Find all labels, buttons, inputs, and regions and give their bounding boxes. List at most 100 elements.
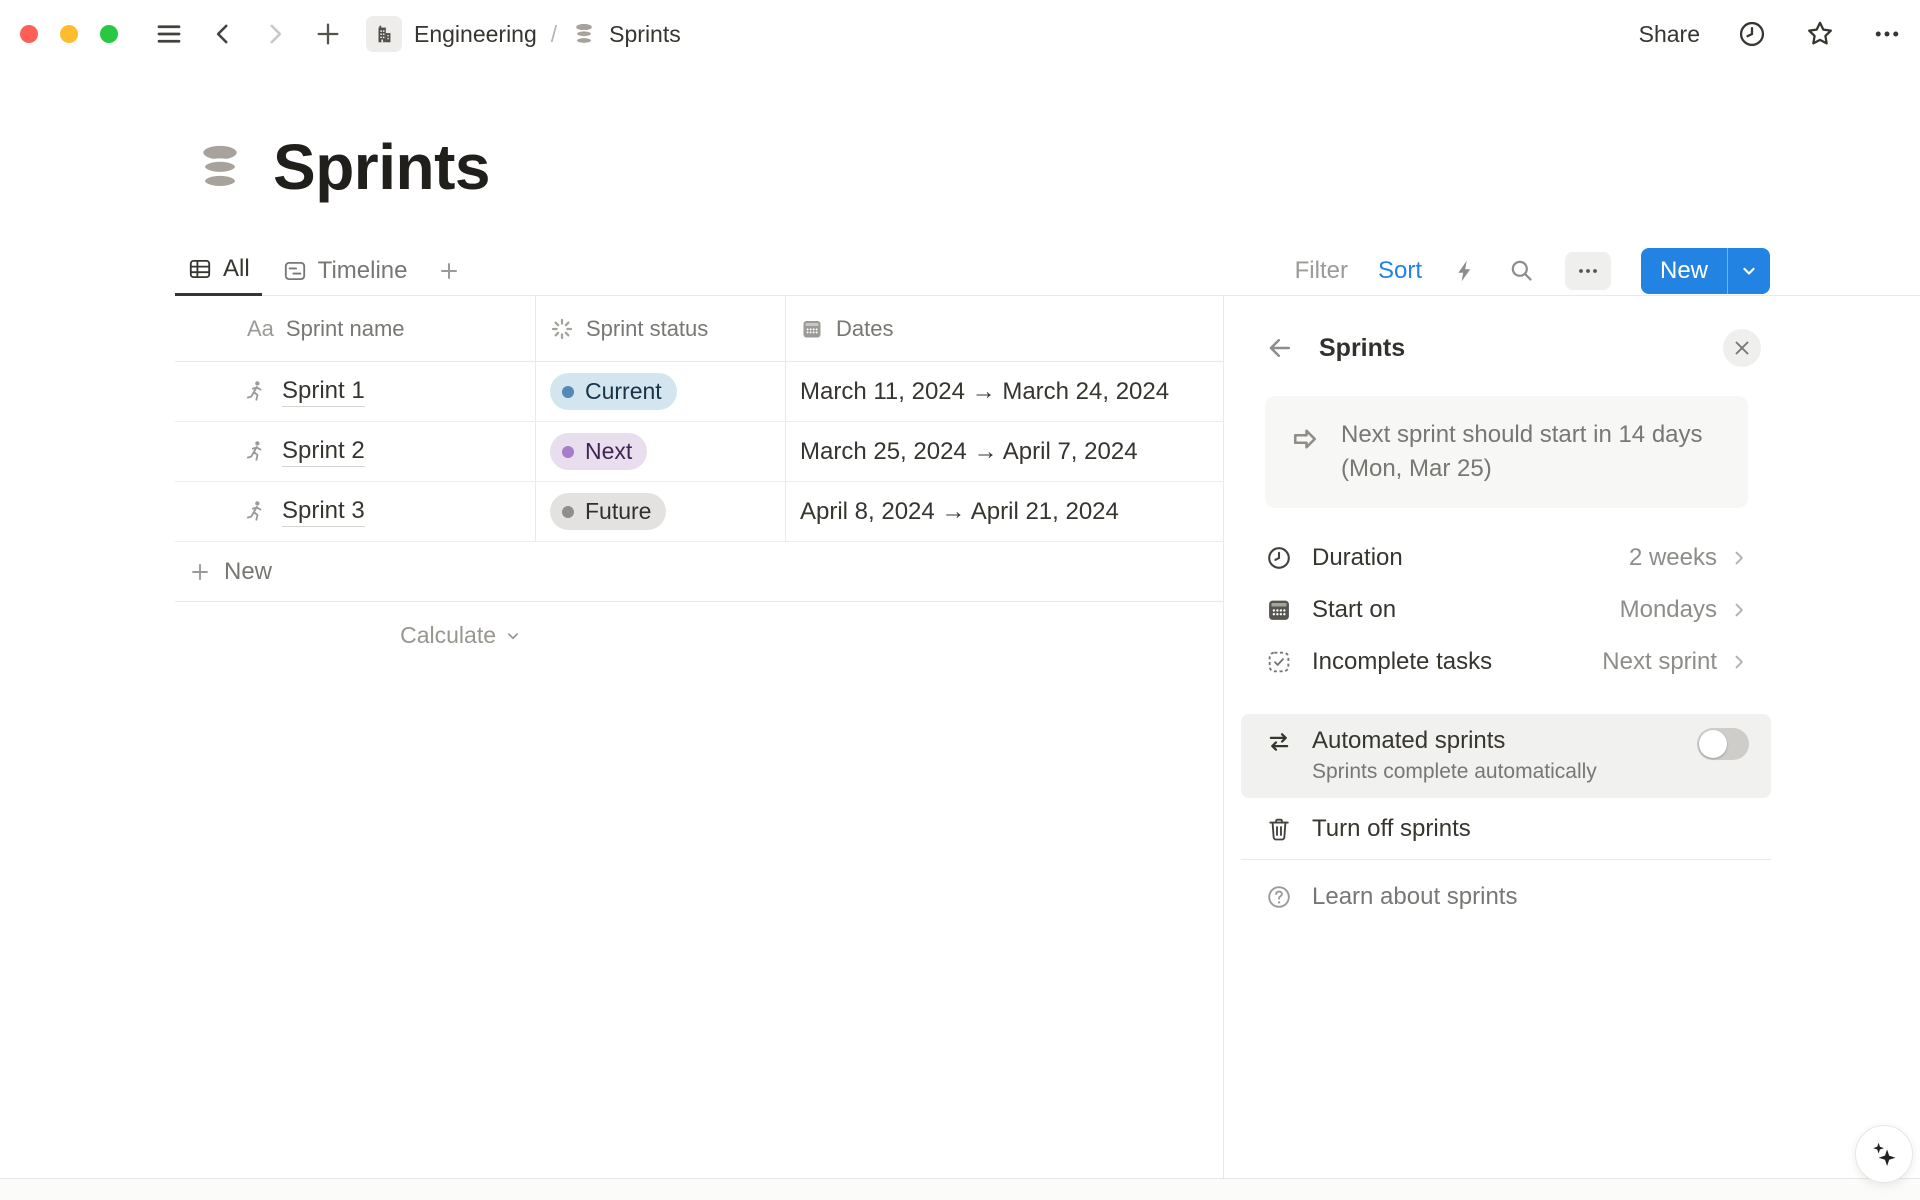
status-dot bbox=[562, 506, 574, 518]
status-label: Next bbox=[585, 438, 632, 465]
new-page-icon[interactable] bbox=[314, 20, 342, 48]
sprint-status-cell[interactable]: Current bbox=[536, 362, 786, 421]
sprint-name-cell[interactable]: Sprint 2 bbox=[175, 422, 536, 481]
new-dropdown-chevron-icon[interactable] bbox=[1728, 248, 1770, 294]
dates-cell[interactable]: March 25, 2024 → April 7, 2024 bbox=[786, 422, 1223, 481]
breadcrumb-team[interactable]: Engineering bbox=[414, 21, 537, 48]
status-label: Future bbox=[585, 498, 651, 525]
zoom-window-button[interactable] bbox=[100, 25, 118, 43]
column-header-sprint-name[interactable]: Aa Sprint name bbox=[175, 296, 536, 361]
status-pill[interactable]: Future bbox=[550, 493, 666, 530]
sort-button[interactable]: Sort bbox=[1378, 257, 1422, 285]
setting-value: Mondays bbox=[1620, 596, 1717, 624]
database-icon bbox=[571, 21, 597, 47]
table-header-row: Aa Sprint name Sprint status Dates bbox=[175, 296, 1223, 362]
dates-cell[interactable]: April 8, 2024 → April 21, 2024 bbox=[786, 482, 1223, 541]
updates-clock-icon[interactable] bbox=[1736, 18, 1768, 50]
status-pill[interactable]: Current bbox=[550, 373, 677, 410]
new-row-label: New bbox=[224, 558, 272, 586]
window-controls bbox=[20, 25, 118, 43]
sprint-page-link[interactable]: Sprint 1 bbox=[282, 377, 365, 407]
turn-off-sprints-label: Turn off sprints bbox=[1312, 815, 1471, 843]
breadcrumb-page[interactable]: Sprints bbox=[609, 21, 681, 48]
column-label: Sprint name bbox=[286, 316, 405, 342]
status-dot bbox=[562, 386, 574, 398]
next-sprint-notice: Next sprint should start in 14 days (Mon… bbox=[1265, 396, 1748, 508]
dotted-checkbox-icon bbox=[1265, 648, 1295, 676]
chevron-right-icon bbox=[1729, 652, 1749, 672]
turn-off-sprints-button[interactable]: Turn off sprints bbox=[1241, 798, 1771, 860]
panel-title: Sprints bbox=[1319, 334, 1405, 363]
new-row-button[interactable]: New bbox=[175, 542, 1223, 602]
automated-sprints-description: Sprints complete automatically bbox=[1312, 758, 1597, 786]
status-label: Current bbox=[585, 378, 662, 405]
setting-value: Next sprint bbox=[1602, 648, 1717, 676]
sprint-settings-panel: Sprints Next sprint should start in 14 d… bbox=[1223, 296, 1920, 1178]
calculate-button[interactable]: Calculate bbox=[400, 622, 522, 649]
tab-timeline-label: Timeline bbox=[318, 257, 408, 285]
panel-back-icon[interactable] bbox=[1265, 333, 1295, 363]
app-window: Engineering / Sprints Share bbox=[0, 0, 1920, 1200]
teamspace-building-icon[interactable] bbox=[366, 16, 402, 52]
panel-close-icon[interactable] bbox=[1723, 329, 1761, 367]
sprint-name-cell[interactable]: Sprint 3 bbox=[175, 482, 536, 541]
text-property-icon: Aa bbox=[247, 316, 274, 342]
setting-row-incomplete-tasks[interactable]: Incomplete tasks Next sprint bbox=[1241, 636, 1771, 688]
filter-button[interactable]: Filter bbox=[1295, 257, 1348, 285]
automated-sprints-row[interactable]: Automated sprints Sprints complete autom… bbox=[1241, 714, 1771, 798]
sprint-status-cell[interactable]: Future bbox=[536, 482, 786, 541]
runner-icon bbox=[243, 379, 268, 404]
tab-all[interactable]: All bbox=[175, 245, 262, 296]
sparkles-icon bbox=[1868, 1138, 1900, 1170]
clock-icon bbox=[1265, 544, 1295, 572]
sidebar-menu-icon[interactable] bbox=[154, 19, 184, 49]
calculate-label: Calculate bbox=[400, 622, 496, 649]
notion-ai-button[interactable] bbox=[1855, 1125, 1913, 1183]
setting-label: Incomplete tasks bbox=[1312, 648, 1492, 676]
sprint-status-cell[interactable]: Next bbox=[536, 422, 786, 481]
toggle-knob bbox=[1699, 730, 1727, 758]
add-view-icon[interactable] bbox=[427, 245, 471, 296]
setting-row-start-on[interactable]: Start on Mondays bbox=[1241, 584, 1771, 636]
setting-value: 2 weeks bbox=[1629, 544, 1717, 572]
sprint-page-link[interactable]: Sprint 2 bbox=[282, 437, 365, 467]
sprint-page-link[interactable]: Sprint 3 bbox=[282, 497, 365, 527]
close-window-button[interactable] bbox=[20, 25, 38, 43]
new-button[interactable]: New bbox=[1641, 248, 1770, 294]
sprint-name-cell[interactable]: Sprint 1 bbox=[175, 362, 536, 421]
dates-cell[interactable]: March 11, 2024 → March 24, 2024 bbox=[786, 362, 1223, 421]
setting-label: Duration bbox=[1312, 544, 1403, 572]
table-row: Sprint 3 Future April 8, 2024 → April 21… bbox=[175, 482, 1223, 542]
share-button[interactable]: Share bbox=[1639, 21, 1700, 48]
status-burst-icon bbox=[550, 317, 574, 341]
column-header-sprint-status[interactable]: Sprint status bbox=[536, 296, 786, 361]
automated-toggle[interactable] bbox=[1697, 728, 1749, 760]
new-button-label: New bbox=[1641, 248, 1727, 294]
plus-icon bbox=[188, 560, 212, 584]
arrow-right-outline-icon bbox=[1287, 421, 1323, 486]
learn-about-sprints-link[interactable]: Learn about sprints bbox=[1241, 866, 1771, 928]
more-options-icon[interactable] bbox=[1872, 19, 1902, 49]
automations-bolt-icon[interactable] bbox=[1452, 258, 1478, 284]
table-row: Sprint 2 Next March 25, 2024 → April 7, … bbox=[175, 422, 1223, 482]
calendar-icon bbox=[1265, 596, 1295, 624]
status-pill[interactable]: Next bbox=[550, 433, 647, 470]
minimize-window-button[interactable] bbox=[60, 25, 78, 43]
favorite-star-icon[interactable] bbox=[1804, 18, 1836, 50]
breadcrumb: Engineering / Sprints bbox=[366, 16, 681, 52]
view-options-icon[interactable] bbox=[1565, 252, 1611, 290]
notice-text: Next sprint should start in 14 days (Mon… bbox=[1341, 418, 1728, 486]
setting-label: Start on bbox=[1312, 596, 1396, 624]
repeat-icon bbox=[1265, 728, 1295, 786]
search-icon[interactable] bbox=[1508, 257, 1535, 284]
chevron-down-icon bbox=[504, 627, 522, 645]
tab-timeline[interactable]: Timeline bbox=[270, 245, 420, 296]
calendar-icon bbox=[800, 317, 824, 341]
setting-row-duration[interactable]: Duration 2 weeks bbox=[1241, 532, 1771, 584]
forward-icon[interactable] bbox=[262, 21, 288, 47]
column-label: Dates bbox=[836, 316, 893, 342]
column-label: Sprint status bbox=[586, 316, 708, 342]
column-header-dates[interactable]: Dates bbox=[786, 296, 1223, 361]
chevron-right-icon bbox=[1729, 600, 1749, 620]
back-icon[interactable] bbox=[210, 21, 236, 47]
